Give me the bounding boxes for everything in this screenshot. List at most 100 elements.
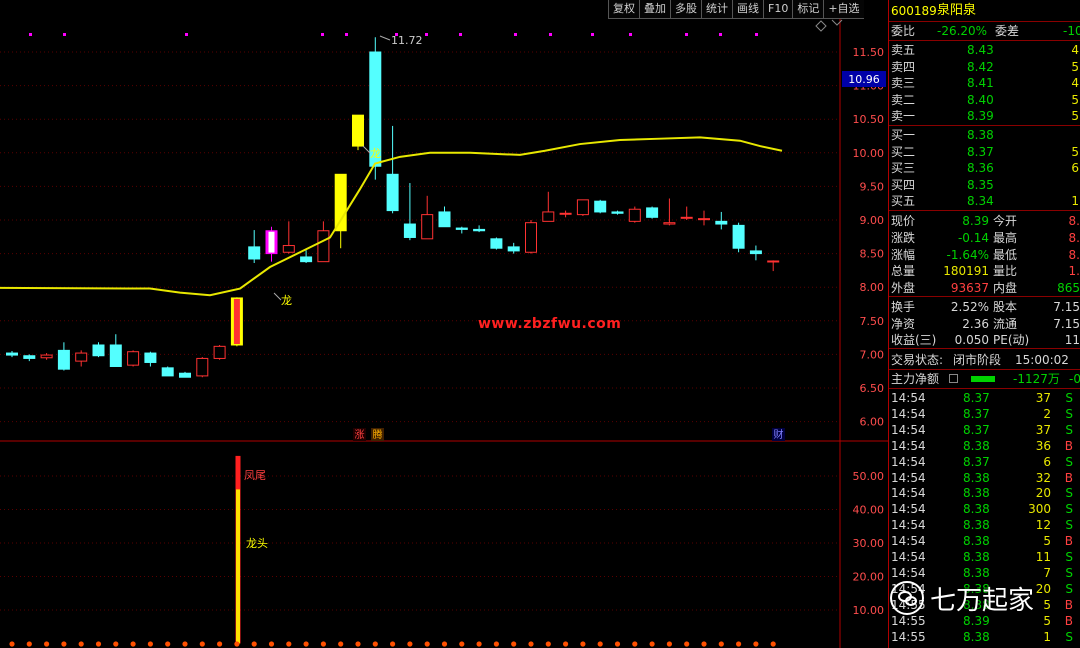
candle-body[interactable] <box>525 222 537 253</box>
candle-body[interactable] <box>75 352 88 362</box>
ask-volume: 5 <box>1071 109 1079 124</box>
candle-body[interactable] <box>542 211 555 222</box>
stat-label-2: PE(动) <box>993 333 1030 348</box>
bottom-dot <box>770 641 776 647</box>
candle-body[interactable] <box>40 354 53 359</box>
bid-label: 买三 <box>891 161 916 176</box>
candle-body[interactable] <box>680 216 693 219</box>
marker-dots <box>9 33 776 647</box>
candle-body[interactable] <box>663 222 676 225</box>
toolbar-statistics[interactable]: 统计 <box>701 0 732 19</box>
toolbar-draw-line[interactable]: 画线 <box>732 0 763 19</box>
candle-body[interactable] <box>127 351 140 366</box>
kline-chart[interactable]: 11.5011.0010.5010.009.509.008.508.007.50… <box>0 0 888 648</box>
candle-body[interactable] <box>403 223 416 238</box>
event-zhang[interactable]: 涨 <box>355 429 365 441</box>
bottom-dot <box>666 641 673 647</box>
candlestick-series[interactable] <box>6 37 780 378</box>
tick-time: 14:54 <box>891 486 926 501</box>
candle-body-inner <box>233 298 240 344</box>
candle-body[interactable] <box>628 208 641 222</box>
candle-body[interactable] <box>611 211 624 214</box>
candle-body[interactable] <box>6 352 18 356</box>
divider <box>889 40 1080 41</box>
candle-body[interactable] <box>23 355 36 359</box>
candle-body[interactable] <box>300 256 313 263</box>
candle-body[interactable] <box>421 214 434 240</box>
stat-label-2: 最高 <box>993 230 1018 245</box>
candle-body[interactable] <box>282 245 295 253</box>
indicator-tick-label: 10.00 <box>853 604 885 617</box>
wechat-overlay: 七万起家 <box>890 578 1034 618</box>
candle-body[interactable] <box>715 220 728 225</box>
stat-value-2: 8. <box>1068 230 1080 245</box>
bid-volume: 6 <box>1071 161 1079 176</box>
candle-body[interactable] <box>334 173 347 232</box>
long-tag-pointer-2 <box>362 145 371 154</box>
candle-body[interactable] <box>594 200 607 213</box>
candle-body[interactable] <box>455 227 468 230</box>
stat-value-2: 8. <box>1068 247 1080 262</box>
candle-body[interactable] <box>213 345 226 359</box>
bottom-dot <box>390 641 396 647</box>
bottom-dot <box>684 641 690 647</box>
ask-label: 卖四 <box>891 59 916 74</box>
candle-body[interactable] <box>767 260 780 263</box>
candle-body[interactable] <box>576 199 589 216</box>
diamond-icon[interactable] <box>815 20 827 32</box>
tick-time: 14:54 <box>891 406 926 421</box>
candle-body[interactable] <box>473 228 486 232</box>
indicator-tick-label: 40.00 <box>853 504 885 517</box>
event-second[interactable]: 腾 <box>373 428 383 441</box>
candle-body[interactable] <box>196 357 209 377</box>
event-cai[interactable]: 财 <box>774 428 784 441</box>
candle-body[interactable] <box>438 211 451 228</box>
top-marker <box>629 33 632 36</box>
toolbar-restore-rights[interactable]: 复权 <box>608 0 639 19</box>
wechat-icon <box>890 581 924 615</box>
weicha-value: -10 <box>1063 24 1080 38</box>
candle-body[interactable] <box>352 114 364 147</box>
toolbar-overlay[interactable]: 叠加 <box>639 0 670 19</box>
toolbar-f10[interactable]: F10 <box>763 0 793 19</box>
tick-volume: 12 <box>1035 518 1051 533</box>
tick-price: 8.38 <box>963 486 990 501</box>
candle-body[interactable] <box>490 238 503 249</box>
candle-body[interactable] <box>559 212 572 215</box>
candle-body[interactable] <box>161 367 174 377</box>
top-marker <box>549 33 552 36</box>
stat-label: 涨跌 <box>891 230 916 245</box>
candle-body[interactable] <box>732 224 745 249</box>
divider <box>889 348 1080 349</box>
list-icon[interactable] <box>949 374 958 383</box>
toolbar-multi-stock[interactable]: 多股 <box>670 0 701 19</box>
tick-price: 8.38 <box>963 629 990 644</box>
candle-body[interactable] <box>646 207 659 218</box>
ask-volume: 5 <box>1071 92 1079 107</box>
bottom-dot <box>476 641 482 647</box>
candle-body[interactable] <box>179 372 191 378</box>
toolbar-add-watchlist[interactable]: +自选 <box>823 0 864 19</box>
toolbar-mark[interactable]: 标记 <box>792 0 824 19</box>
tick-row: 14:54 8.38 5 B <box>889 533 1080 549</box>
ask-label: 卖一 <box>891 109 916 124</box>
candle-body[interactable] <box>507 246 520 252</box>
candle-body[interactable] <box>248 246 261 260</box>
tick-row: 14:54 8.38 36 B <box>889 438 1080 454</box>
candle-body[interactable] <box>749 250 762 255</box>
candle-body[interactable] <box>144 352 157 363</box>
stat-label: 外盘 <box>891 281 916 296</box>
bid-price: 8.37 <box>967 144 994 159</box>
candle-body[interactable] <box>109 344 122 367</box>
candle-body[interactable] <box>57 349 70 370</box>
tick-time: 14:54 <box>891 518 926 533</box>
stat-value: 2.52% <box>950 300 989 314</box>
candle-body[interactable] <box>386 173 399 212</box>
candle-body[interactable] <box>92 344 105 357</box>
divider <box>889 388 1080 389</box>
stat-row: 换手 2.52% 股本 7.15 <box>889 299 1080 315</box>
stat-label-2: 流通 <box>993 316 1018 331</box>
indicator-tick-label: 20.00 <box>853 571 885 584</box>
candle-body[interactable] <box>698 218 710 221</box>
candle-body[interactable] <box>317 230 330 263</box>
